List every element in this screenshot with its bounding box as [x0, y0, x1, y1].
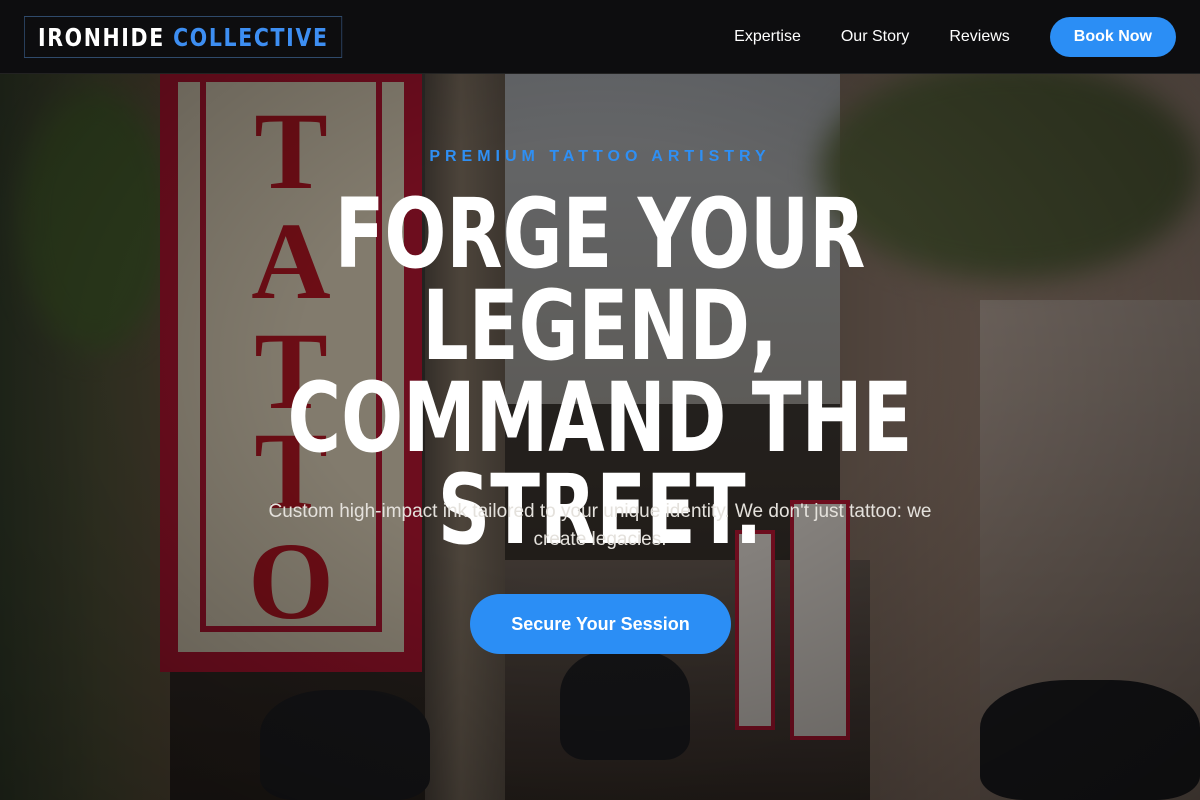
- hero-subtitle: Custom high-impact ink tailored to your …: [268, 501, 932, 550]
- secure-session-button[interactable]: Secure Your Session: [470, 594, 731, 654]
- book-now-button[interactable]: Book Now: [1049, 17, 1176, 57]
- hero-section: PREMIUM TATTOO ARTISTRY FORGE YOUR LEGEN…: [0, 74, 1200, 800]
- nav-link-our-story[interactable]: Our Story: [841, 28, 909, 46]
- brand-logo[interactable]: IRONHIDE COLLECTIVE: [24, 16, 343, 58]
- nav-link-reviews[interactable]: Reviews: [949, 28, 1009, 46]
- brand-name-primary: IRONHIDE: [37, 22, 165, 52]
- hero-eyebrow: PREMIUM TATTOO ARTISTRY: [429, 148, 771, 165]
- top-navbar: IRONHIDE COLLECTIVE Expertise Our Story …: [0, 0, 1200, 74]
- brand-name-accent: COLLECTIVE: [173, 22, 329, 52]
- nav-link-expertise[interactable]: Expertise: [734, 28, 801, 46]
- nav-links: Expertise Our Story Reviews Book Now: [734, 0, 1176, 74]
